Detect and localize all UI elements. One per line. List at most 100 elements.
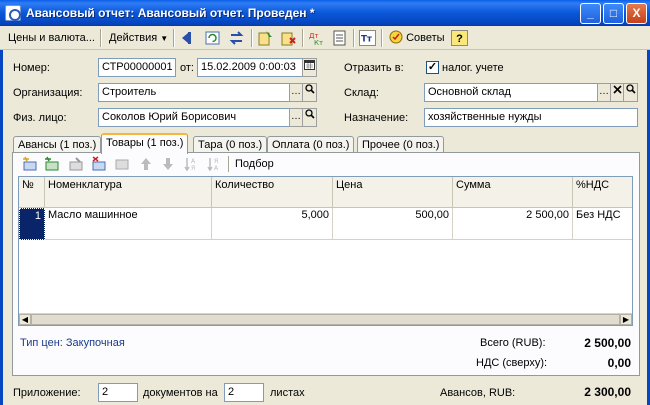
advice-button[interactable]: Советы — [386, 30, 448, 46]
number-label: Номер: — [13, 62, 50, 74]
warehouse-label: Склад: — [344, 87, 379, 99]
scroll-right-button[interactable]: ▶ — [620, 314, 632, 325]
chevron-down-icon: ▼ — [160, 34, 169, 43]
tax-accounting-label: налог. учете — [442, 62, 504, 74]
move-up-icon[interactable] — [138, 156, 154, 172]
attachment-docs-field[interactable]: 2 — [98, 383, 138, 402]
pick-button[interactable]: Подбор — [235, 156, 274, 172]
advice-label: Советы — [406, 32, 445, 44]
sheets-label: листах — [270, 387, 305, 399]
title-bar[interactable]: Авансовый отчет: Авансовый отчет. Провед… — [0, 0, 650, 26]
organization-field[interactable]: Строитель — [98, 83, 290, 102]
svg-text:A: A — [214, 165, 219, 172]
purpose-label: Назначение: — [344, 112, 409, 124]
organization-select-button[interactable]: … — [289, 83, 303, 102]
calendar-button[interactable] — [302, 58, 317, 77]
sort-descending-icon[interactable]: ЯA — [206, 156, 222, 172]
tab-goods[interactable]: Товары (1 поз.) — [101, 133, 189, 154]
actions-label: Действия — [109, 32, 158, 44]
table-cell-sum[interactable]: 2 500,00 — [453, 208, 573, 240]
magnifier-icon — [304, 109, 315, 119]
person-select-button[interactable]: … — [289, 108, 303, 127]
warehouse-field[interactable]: Основной склад — [424, 83, 598, 102]
docs-on-label: документов на — [143, 387, 218, 399]
total-value: 2 500,00 — [584, 336, 631, 350]
unpost-document-icon[interactable] — [280, 30, 297, 46]
prices-currency-button[interactable]: Цены и валюта... — [5, 30, 98, 46]
move-down-icon[interactable] — [160, 156, 176, 172]
advances-value: 2 300,00 — [584, 385, 631, 399]
scroll-left-button[interactable]: ◀ — [19, 314, 31, 325]
clear-x-icon — [612, 85, 622, 94]
attachment-sheets-field[interactable]: 2 — [224, 383, 264, 402]
minimize-button[interactable]: _ — [580, 3, 601, 24]
warehouse-select-button[interactable]: … — [597, 83, 611, 102]
close-button[interactable]: X — [626, 3, 647, 24]
date-field[interactable]: 15.02.2009 0:00:03 — [197, 58, 303, 77]
add-row-icon[interactable] — [22, 156, 38, 172]
goods-table[interactable]: № Номенклатура Количество Цена Сумма %НД… — [18, 176, 633, 326]
tab-other[interactable]: Прочее (0 поз.) — [357, 136, 445, 153]
end-edit-icon[interactable] — [114, 156, 130, 172]
organization-open-button[interactable] — [302, 83, 317, 102]
toolbar-separator — [302, 29, 304, 47]
app-icon[interactable] — [5, 5, 21, 21]
refresh-icon[interactable] — [204, 30, 221, 46]
swap-icon[interactable] — [228, 30, 245, 46]
warehouse-open-button[interactable] — [623, 83, 638, 102]
warehouse-clear-button[interactable] — [610, 83, 624, 102]
window-title: Авансовый отчет: Авансовый отчет. Провед… — [26, 6, 315, 20]
person-label: Физ. лицо: — [13, 112, 67, 124]
structure-icon[interactable] — [331, 30, 348, 46]
table-cell-price[interactable]: 500,00 — [333, 208, 453, 240]
tab-containers[interactable]: Тара (0 поз.) — [193, 136, 268, 153]
sort-ascending-icon[interactable]: AЯ — [183, 156, 199, 172]
purpose-field[interactable]: хозяйственные нужды — [424, 108, 638, 127]
toolbar-separator — [100, 29, 102, 47]
help-button[interactable]: ? — [451, 30, 468, 46]
toolbar-separator — [251, 29, 253, 47]
tab-payment[interactable]: Оплата (0 поз.) — [267, 136, 355, 153]
column-header-item[interactable]: Номенклатура — [45, 177, 212, 208]
go-back-icon[interactable] — [180, 30, 197, 46]
tax-accounting-checkbox[interactable]: ✓ — [426, 61, 439, 74]
svg-text:Я: Я — [191, 165, 195, 172]
post-document-icon[interactable] — [257, 30, 274, 46]
table-cell-number[interactable]: 1 — [19, 208, 45, 240]
price-type-link[interactable]: Тип цен: Закупочная — [20, 337, 125, 349]
toolbar-separator — [173, 29, 175, 47]
debit-credit-icon[interactable]: Дт Кт — [308, 30, 325, 46]
copy-row-icon[interactable] — [44, 156, 60, 172]
vat-value: 0,00 — [607, 356, 631, 370]
attachment-label: Приложение: — [13, 387, 81, 399]
maximize-button[interactable]: □ — [603, 3, 624, 24]
edit-row-icon[interactable] — [68, 156, 84, 172]
column-header-number[interactable]: № — [19, 177, 45, 208]
text-format-icon[interactable]: Тт — [359, 30, 376, 46]
svg-text:Я: Я — [214, 158, 218, 165]
delete-row-icon[interactable] — [91, 156, 107, 172]
organization-label: Организация: — [13, 87, 83, 99]
svg-text:Кт: Кт — [314, 39, 323, 46]
number-field[interactable]: СТР00000001 — [98, 58, 176, 77]
tab-advances[interactable]: Авансы (1 поз.) — [13, 136, 102, 153]
column-header-vat[interactable]: %НДС — [573, 177, 632, 208]
svg-text:Тт: Тт — [361, 35, 373, 45]
column-header-price[interactable]: Цена — [333, 177, 453, 208]
actions-menu-button[interactable]: Действия ▼ — [106, 30, 171, 46]
magnifier-icon — [625, 84, 636, 94]
person-field[interactable]: Соколов Юрий Борисович — [98, 108, 290, 127]
table-cell-vat[interactable]: Без НДС — [573, 208, 632, 240]
column-header-quantity[interactable]: Количество — [212, 177, 333, 208]
scrollbar-thumb[interactable] — [31, 314, 620, 325]
column-header-sum[interactable]: Сумма — [453, 177, 573, 208]
toolbar-separator — [353, 29, 355, 47]
horizontal-scrollbar[interactable]: ◀ ▶ — [19, 313, 632, 325]
person-open-button[interactable] — [302, 108, 317, 127]
table-cell-quantity[interactable]: 5,000 — [212, 208, 333, 240]
magnifier-icon — [304, 84, 315, 94]
window-border-left — [0, 26, 3, 405]
toolbar-separator — [228, 156, 230, 172]
toolbar-separator — [381, 29, 383, 47]
table-cell-item[interactable]: Масло машинное — [45, 208, 212, 240]
